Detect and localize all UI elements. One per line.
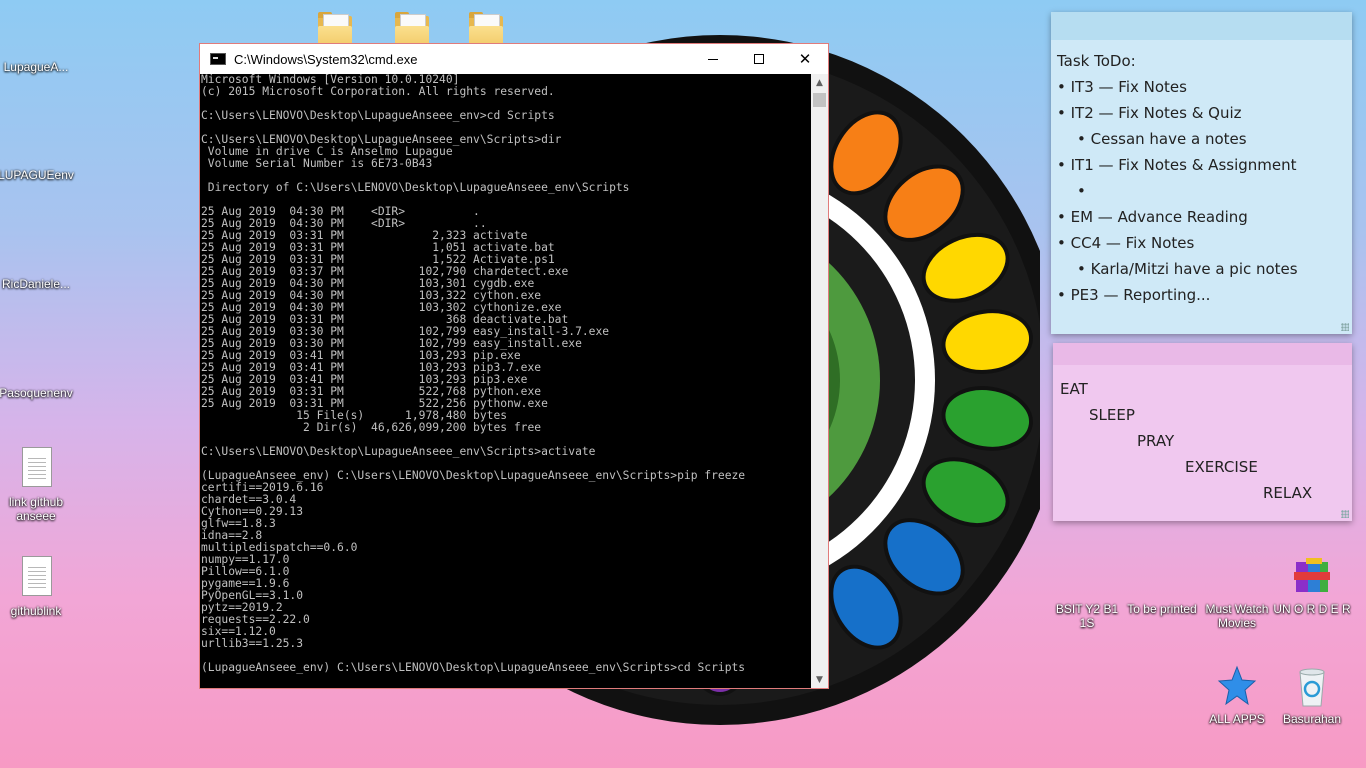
maximize-icon bbox=[754, 54, 764, 64]
console-line: glfw==1.8.3 bbox=[201, 517, 276, 530]
todo-subitem: • bbox=[1077, 182, 1086, 200]
todo-subitem: • Cessan have a notes bbox=[1077, 130, 1247, 148]
winrar-archive-icon bbox=[1292, 554, 1332, 598]
window-title: C:\Windows\System32\cmd.exe bbox=[234, 51, 418, 67]
todo-item: • CC4 — Fix Notes bbox=[1057, 234, 1195, 252]
desktop-icon[interactable]: Pasoquenenv bbox=[0, 338, 76, 400]
document-icon bbox=[16, 556, 56, 600]
desktop-icon-label: Pasoquenenv bbox=[0, 386, 73, 400]
motto-word: EAT bbox=[1060, 380, 1088, 398]
minimize-icon bbox=[708, 58, 718, 60]
motto-word: PRAY bbox=[1137, 432, 1175, 450]
sticky-note-header[interactable] bbox=[1053, 343, 1352, 365]
resize-grip-icon[interactable] bbox=[1341, 323, 1349, 331]
desktop-icon[interactable]: To be printed bbox=[1122, 554, 1202, 616]
minimize-button[interactable] bbox=[690, 44, 736, 74]
console-line: multipledispatch==0.6.0 bbox=[201, 541, 358, 554]
console-line: C:\Users\LENOVO\Desktop\LupagueAnseee_en… bbox=[201, 445, 596, 458]
todo-heading: Task ToDo: bbox=[1057, 52, 1136, 70]
motto-word: RELAX bbox=[1263, 484, 1313, 502]
todo-item: • IT3 — Fix Notes bbox=[1057, 78, 1187, 96]
desktop-icon[interactable]: BSIT Y2 B1 1S bbox=[1047, 554, 1127, 630]
desktop-icon[interactable]: UN O R D E R bbox=[1272, 554, 1352, 616]
folder-icon bbox=[16, 338, 56, 382]
console-line: Cython==0.29.13 bbox=[201, 505, 304, 518]
console-line: 2 Dir(s) 46,626,099,200 bytes free bbox=[201, 421, 542, 434]
desktop-icon[interactable]: LUPAGUEenv bbox=[0, 120, 76, 182]
desktop-icon[interactable]: Must Watch Movies bbox=[1197, 554, 1277, 630]
maximize-button[interactable] bbox=[736, 44, 782, 74]
close-icon: ✕ bbox=[798, 50, 812, 68]
todo-item: • IT2 — Fix Notes & Quiz bbox=[1057, 104, 1242, 122]
console-line: C:\Users\LENOVO\Desktop\LupagueAnseee_en… bbox=[201, 109, 555, 122]
folder-icon bbox=[1142, 554, 1182, 598]
console-line: Volume Serial Number is 6E73-0B43 bbox=[201, 157, 433, 170]
console-output[interactable]: Microsoft Windows [Version 10.0.10240] (c… bbox=[200, 74, 812, 688]
console-line: Directory of C:\Users\LENOVO\Desktop\Lup… bbox=[201, 181, 630, 194]
cmd-window[interactable]: C:\Windows\System32\cmd.exe ✕ Microsoft … bbox=[199, 43, 829, 689]
scroll-thumb[interactable] bbox=[813, 93, 826, 107]
desktop-icon[interactable]: link github anseee bbox=[0, 447, 76, 523]
scroll-up-arrow-icon[interactable]: ▲ bbox=[811, 74, 828, 91]
recycle-bin-icon bbox=[1292, 664, 1332, 708]
motto-word: EXERCISE bbox=[1185, 458, 1258, 476]
console-line: Pillow==6.1.0 bbox=[201, 565, 290, 578]
folder-icon bbox=[1067, 554, 1107, 598]
desktop-icon-label: LupagueA... bbox=[3, 60, 69, 74]
cmd-titlebar[interactable]: C:\Windows\System32\cmd.exe ✕ bbox=[200, 44, 828, 74]
desktop-icon[interactable]: githublink bbox=[0, 556, 76, 618]
desktop-icon-label: Must Watch Movies bbox=[1205, 602, 1269, 630]
todo-item: • EM — Advance Reading bbox=[1057, 208, 1248, 226]
desktop-icon[interactable]: LupagueA... bbox=[0, 12, 76, 74]
folder-icon bbox=[1217, 554, 1257, 598]
todo-item: • IT1 — Fix Notes & Assignment bbox=[1057, 156, 1297, 174]
desktop-icon-label: ALL APPS bbox=[1209, 712, 1265, 726]
sticky-note-motto[interactable]: EAT SLEEP PRAY EXERCISE RELAX bbox=[1053, 343, 1352, 521]
desktop-icon-label: UN O R D E R bbox=[1273, 602, 1351, 616]
star-icon bbox=[1217, 664, 1257, 708]
desktop-icon[interactable]: RicDaniele... bbox=[0, 229, 76, 291]
folder-icon bbox=[16, 120, 56, 164]
console-line: (LupagueAnseee_env) C:\Users\LENOVO\Desk… bbox=[201, 661, 746, 674]
console-line: (c) 2015 Microsoft Corporation. All righ… bbox=[201, 85, 555, 98]
folder-icon bbox=[16, 229, 56, 273]
scroll-down-arrow-icon[interactable]: ▼ bbox=[811, 671, 828, 688]
console-line: urllib3==1.25.3 bbox=[201, 637, 304, 650]
desktop-icon-label: githublink bbox=[10, 604, 62, 618]
desktop-icon-label: Basurahan bbox=[1282, 712, 1342, 726]
desktop-icon[interactable]: ALL APPS bbox=[1197, 664, 1277, 726]
sticky-note-todo[interactable]: Task ToDo: • IT3 — Fix Notes • IT2 — Fix … bbox=[1051, 12, 1352, 334]
desktop-icon-label: To be printed bbox=[1127, 602, 1197, 616]
desktop-icon-label: BSIT Y2 B1 1S bbox=[1055, 602, 1119, 630]
resize-grip-icon[interactable] bbox=[1341, 510, 1349, 518]
close-button[interactable]: ✕ bbox=[782, 44, 828, 74]
todo-subitem: • Karla/Mitzi have a pic notes bbox=[1077, 260, 1298, 278]
cmd-app-icon[interactable] bbox=[210, 53, 226, 65]
console-scrollbar[interactable]: ▲ ▼ bbox=[811, 74, 828, 688]
sticky-note-header[interactable] bbox=[1051, 12, 1352, 40]
todo-item: • PE3 — Reporting... bbox=[1057, 286, 1211, 304]
console-line: PyOpenGL==3.1.0 bbox=[201, 589, 304, 602]
document-icon bbox=[16, 447, 56, 491]
desktop-icon[interactable]: Basurahan bbox=[1272, 664, 1352, 726]
desktop-icon-label: LUPAGUEenv bbox=[0, 168, 74, 182]
desktop-icon-label: link github anseee bbox=[8, 495, 64, 523]
desktop-icon-label: RicDaniele... bbox=[1, 277, 71, 291]
console-line: numpy==1.17.0 bbox=[201, 553, 290, 566]
motto-word: SLEEP bbox=[1089, 406, 1135, 424]
folder-icon bbox=[16, 12, 56, 56]
console-line: requests==2.22.0 bbox=[201, 613, 310, 626]
